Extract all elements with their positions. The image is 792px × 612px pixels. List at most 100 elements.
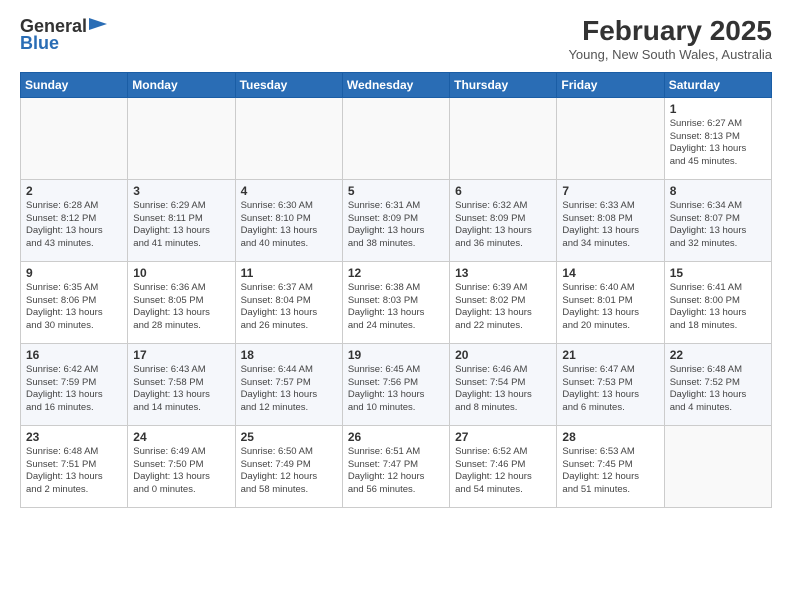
day-details: Sunrise: 6:34 AM Sunset: 8:07 PM Dayligh… [670,200,766,251]
day-details: Sunrise: 6:38 AM Sunset: 8:03 PM Dayligh… [348,282,444,333]
day-details: Sunrise: 6:50 AM Sunset: 7:49 PM Dayligh… [241,446,337,497]
table-row: 28 Sunrise: 6:53 AM Sunset: 7:45 PM Dayli… [557,425,664,507]
day-details: Sunrise: 6:28 AM Sunset: 8:12 PM Dayligh… [26,200,122,251]
day-details: Sunrise: 6:52 AM Sunset: 7:46 PM Dayligh… [455,446,551,497]
table-row: 14 Sunrise: 6:40 AM Sunset: 8:01 PM Dayli… [557,261,664,343]
day-details: Sunrise: 6:44 AM Sunset: 7:57 PM Dayligh… [241,364,337,415]
day-details: Sunrise: 6:43 AM Sunset: 7:58 PM Dayligh… [133,364,229,415]
col-friday: Friday [557,72,664,97]
table-row: 5Sunrise: 6:31 AM Sunset: 8:09 PM Daylig… [342,179,449,261]
table-row: 4 Sunrise: 6:30 AM Sunset: 8:10 PM Daylig… [235,179,342,261]
table-row: 6 Sunrise: 6:32 AM Sunset: 8:09 PM Daylig… [450,179,557,261]
day-number: 18 [241,348,337,362]
table-row: 19 Sunrise: 6:45 AM Sunset: 7:56 PM Dayli… [342,343,449,425]
day-number: 5 [348,184,444,198]
day-number: 7 [562,184,658,198]
table-row: 7 Sunrise: 6:33 AM Sunset: 8:08 PM Daylig… [557,179,664,261]
day-number: 22 [670,348,766,362]
day-details: Sunrise: 6:48 AM Sunset: 7:52 PM Dayligh… [670,364,766,415]
table-row [342,97,449,179]
day-details: Sunrise: 6:35 AM Sunset: 8:06 PM Dayligh… [26,282,122,333]
col-wednesday: Wednesday [342,72,449,97]
day-details: Sunrise: 6:29 AM Sunset: 8:11 PM Dayligh… [133,200,229,251]
day-details: Sunrise: 6:53 AM Sunset: 7:45 PM Dayligh… [562,446,658,497]
col-monday: Monday [128,72,235,97]
table-row: 22 Sunrise: 6:48 AM Sunset: 7:52 PM Dayli… [664,343,771,425]
calendar-week-row: 9Sunrise: 6:35 AM Sunset: 8:06 PM Daylig… [21,261,772,343]
col-sunday: Sunday [21,72,128,97]
day-number: 23 [26,430,122,444]
day-details: Sunrise: 6:42 AM Sunset: 7:59 PM Dayligh… [26,364,122,415]
table-row: 13Sunrise: 6:39 AM Sunset: 8:02 PM Dayli… [450,261,557,343]
day-number: 16 [26,348,122,362]
day-number: 26 [348,430,444,444]
table-row: 23 Sunrise: 6:48 AM Sunset: 7:51 PM Dayli… [21,425,128,507]
day-number: 15 [670,266,766,280]
day-details: Sunrise: 6:48 AM Sunset: 7:51 PM Dayligh… [26,446,122,497]
table-row [557,97,664,179]
calendar-table: Sunday Monday Tuesday Wednesday Thursday… [20,72,772,508]
table-row: 2 Sunrise: 6:28 AM Sunset: 8:12 PM Daylig… [21,179,128,261]
table-row: 15 Sunrise: 6:41 AM Sunset: 8:00 PM Dayli… [664,261,771,343]
table-row: 26Sunrise: 6:51 AM Sunset: 7:47 PM Dayli… [342,425,449,507]
table-row: 8 Sunrise: 6:34 AM Sunset: 8:07 PM Daylig… [664,179,771,261]
day-details: Sunrise: 6:40 AM Sunset: 8:01 PM Dayligh… [562,282,658,333]
table-row: 9Sunrise: 6:35 AM Sunset: 8:06 PM Daylig… [21,261,128,343]
table-row: 20Sunrise: 6:46 AM Sunset: 7:54 PM Dayli… [450,343,557,425]
day-number: 10 [133,266,229,280]
table-row: 21 Sunrise: 6:47 AM Sunset: 7:53 PM Dayli… [557,343,664,425]
day-number: 6 [455,184,551,198]
day-number: 1 [670,102,766,116]
day-details: Sunrise: 6:47 AM Sunset: 7:53 PM Dayligh… [562,364,658,415]
logo: General Blue [20,16,107,54]
day-details: Sunrise: 6:33 AM Sunset: 8:08 PM Dayligh… [562,200,658,251]
day-number: 28 [562,430,658,444]
table-row: 25 Sunrise: 6:50 AM Sunset: 7:49 PM Dayli… [235,425,342,507]
table-row: 27 Sunrise: 6:52 AM Sunset: 7:46 PM Dayli… [450,425,557,507]
calendar-week-row: 2 Sunrise: 6:28 AM Sunset: 8:12 PM Daylig… [21,179,772,261]
table-row [664,425,771,507]
day-number: 3 [133,184,229,198]
table-row [235,97,342,179]
title-block: February 2025 Young, New South Wales, Au… [568,16,772,62]
day-number: 8 [670,184,766,198]
day-number: 4 [241,184,337,198]
table-row: 24 Sunrise: 6:49 AM Sunset: 7:50 PM Dayli… [128,425,235,507]
day-number: 11 [241,266,337,280]
day-details: Sunrise: 6:32 AM Sunset: 8:09 PM Dayligh… [455,200,551,251]
table-row: 16 Sunrise: 6:42 AM Sunset: 7:59 PM Dayli… [21,343,128,425]
table-row: 3 Sunrise: 6:29 AM Sunset: 8:11 PM Daylig… [128,179,235,261]
table-row: 12 Sunrise: 6:38 AM Sunset: 8:03 PM Dayli… [342,261,449,343]
calendar-title: February 2025 [568,16,772,47]
col-tuesday: Tuesday [235,72,342,97]
col-saturday: Saturday [664,72,771,97]
calendar-week-row: 16 Sunrise: 6:42 AM Sunset: 7:59 PM Dayli… [21,343,772,425]
day-number: 17 [133,348,229,362]
day-number: 20 [455,348,551,362]
table-row [21,97,128,179]
day-number: 25 [241,430,337,444]
day-details: Sunrise: 6:45 AM Sunset: 7:56 PM Dayligh… [348,364,444,415]
table-row [128,97,235,179]
day-number: 27 [455,430,551,444]
day-details: Sunrise: 6:49 AM Sunset: 7:50 PM Dayligh… [133,446,229,497]
day-number: 12 [348,266,444,280]
day-details: Sunrise: 6:30 AM Sunset: 8:10 PM Dayligh… [241,200,337,251]
day-details: Sunrise: 6:36 AM Sunset: 8:05 PM Dayligh… [133,282,229,333]
day-number: 19 [348,348,444,362]
logo-flag-icon [89,18,107,34]
day-number: 21 [562,348,658,362]
header: General Blue February 2025 Young, New So… [20,16,772,62]
day-number: 24 [133,430,229,444]
col-thursday: Thursday [450,72,557,97]
day-details: Sunrise: 6:39 AM Sunset: 8:02 PM Dayligh… [455,282,551,333]
table-row [450,97,557,179]
logo-blue-text: Blue [20,33,59,54]
page: General Blue February 2025 Young, New So… [0,0,792,612]
day-number: 14 [562,266,658,280]
day-details: Sunrise: 6:37 AM Sunset: 8:04 PM Dayligh… [241,282,337,333]
day-number: 2 [26,184,122,198]
day-details: Sunrise: 6:27 AM Sunset: 8:13 PM Dayligh… [670,118,766,169]
day-details: Sunrise: 6:41 AM Sunset: 8:00 PM Dayligh… [670,282,766,333]
table-row: 10 Sunrise: 6:36 AM Sunset: 8:05 PM Dayli… [128,261,235,343]
